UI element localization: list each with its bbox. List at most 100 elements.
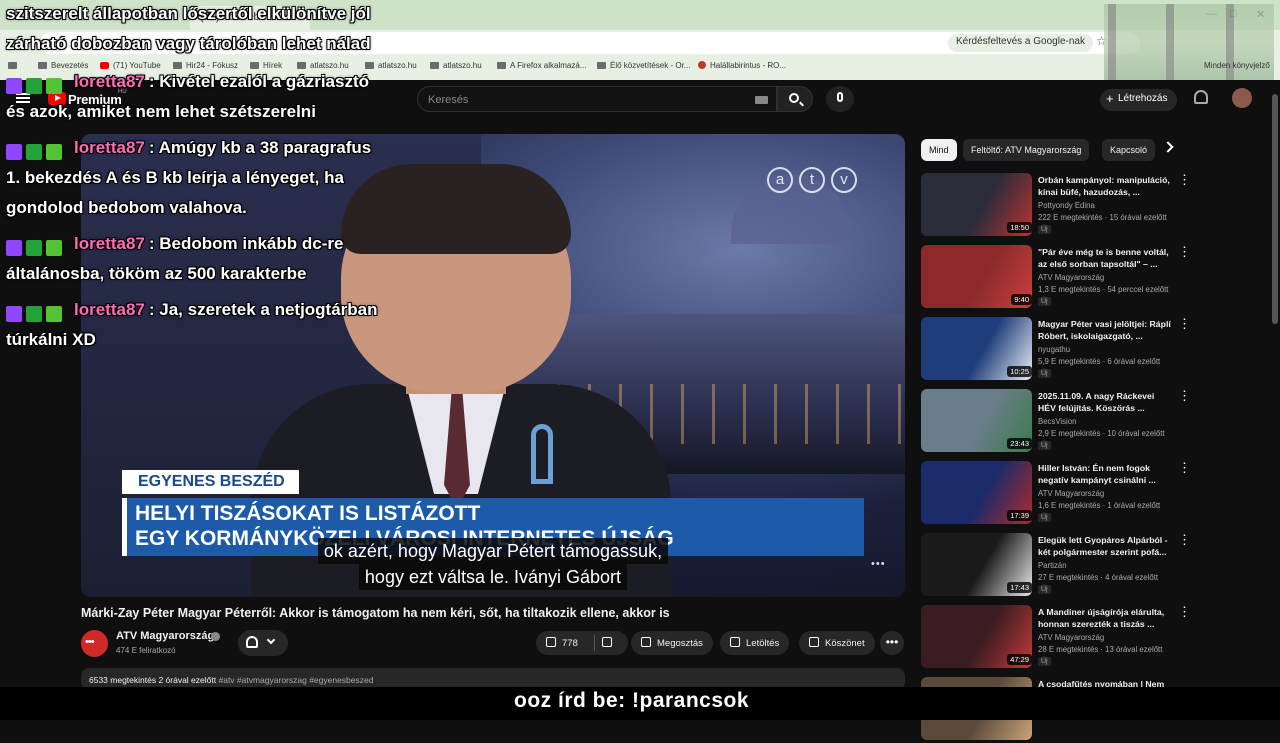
scrollbar[interactable]	[1272, 84, 1278, 684]
subscription-bell-button[interactable]	[238, 630, 288, 656]
recommendation-title[interactable]: 2025.11.09. A nagy Ráckevei HÉV felújítá…	[1038, 390, 1174, 414]
search-input[interactable]	[428, 92, 728, 108]
microphone-icon	[837, 92, 843, 102]
recommendation-channel[interactable]: ATV Magyarország	[1038, 633, 1104, 642]
closed-captions: ok azért, hogy Magyar Pétert támogassuk,…	[301, 538, 685, 590]
bookmark-item[interactable]: atlatszo.hu	[430, 61, 482, 70]
kebab-menu-icon[interactable]	[1178, 388, 1191, 404]
voice-search-button[interactable]	[826, 86, 854, 112]
subscriber-count: 474 E feliratkozó	[116, 646, 176, 655]
chip-uploader[interactable]: Feltöltő: ATV Magyarország	[963, 139, 1090, 161]
recommendation-item[interactable]: 18:50 Orbán kampányol: manipuláció, kínai…	[921, 172, 1271, 239]
recommendation-title[interactable]: Elegük lett Gyopáros Alpárból - két polg…	[1038, 534, 1174, 558]
hair	[341, 164, 571, 254]
create-button[interactable]: Létrehozás	[1100, 89, 1178, 111]
bookmark-item[interactable]: (71) YouTube	[100, 61, 161, 70]
recommendation-item[interactable]: 9:40 "Pár éve még te is benne voltál, az …	[921, 244, 1271, 311]
search-button[interactable]	[777, 86, 813, 112]
like-button[interactable]: 778	[536, 631, 628, 655]
channel-watermark[interactable]: •••	[871, 558, 886, 570]
all-bookmarks[interactable]: Minden könyvjelző	[1204, 61, 1270, 70]
channel-name[interactable]: ATV Magyarország	[116, 630, 214, 642]
bookmark-item[interactable]: atlatszo.hu	[365, 61, 417, 70]
recommendation-meta: 2,9 E megtekintés · 10 órával ezelőtt	[1038, 429, 1165, 438]
kebab-menu-icon[interactable]	[1178, 244, 1191, 260]
thanks-button[interactable]: Köszönet	[799, 631, 875, 655]
chip-related[interactable]: Kapcsoló	[1102, 139, 1156, 161]
chat-username[interactable]: loretta87	[74, 234, 145, 253]
avatar[interactable]	[1232, 88, 1252, 108]
keyboard-icon[interactable]	[755, 96, 768, 104]
new-badge: Új	[1038, 585, 1051, 594]
duration-badge: 18:50	[1007, 222, 1032, 233]
bookmark-item[interactable]: Élő közvetítések - Or...	[597, 61, 690, 70]
kebab-menu-icon[interactable]	[1178, 172, 1191, 188]
recommendation-meta: 1,3 E megtekintés · 54 perccel ezelőtt	[1038, 285, 1169, 294]
recommendation-channel[interactable]: BecsVision	[1038, 417, 1076, 426]
caption-line: ok azért, hogy Magyar Pétert támogassuk,	[317, 538, 669, 564]
chat-username[interactable]: loretta87	[74, 72, 145, 91]
kebab-menu-icon[interactable]	[1178, 604, 1191, 620]
recommendation-item[interactable]: 10:25 Magyar Péter vasi jelöltjei: Ráplí …	[921, 316, 1271, 383]
recommendation-channel[interactable]: ATV Magyarország	[1038, 273, 1104, 282]
ribbon-icon	[531, 424, 553, 484]
bookmark-item[interactable]: Halállabirintus - RO...	[698, 61, 786, 70]
recommendation-item[interactable]: 17:43 Elegük lett Gyopáros Alpárból - két…	[921, 532, 1271, 599]
recommendation-channel[interactable]: Partizán	[1038, 561, 1067, 570]
check-badge-icon	[26, 144, 42, 160]
new-badge: Új	[1038, 225, 1051, 234]
duration-badge: 17:43	[1007, 582, 1032, 593]
recommendation-channel[interactable]: nyugathu	[1038, 345, 1070, 354]
caption-line: hogy ezt váltsa le. Iványi Gábort	[358, 564, 628, 590]
chip-all[interactable]: Mind	[921, 139, 957, 161]
more-actions-button[interactable]: •••	[880, 631, 904, 655]
emote-badge-icon	[46, 306, 62, 322]
duration-badge: 23:43	[1007, 438, 1032, 449]
google-ask-chip[interactable]: Kérdésfeltevés a Google-nak	[948, 34, 1093, 52]
recommendation-item[interactable]: 17:39 Hiller István: Én nem fogok negatív…	[921, 460, 1271, 527]
apps-icon[interactable]	[8, 61, 21, 70]
recommendation-channel[interactable]: ATV Magyarország	[1038, 489, 1104, 498]
scrollbar-thumb[interactable]	[1272, 94, 1278, 324]
chat-username[interactable]: loretta87	[74, 138, 145, 157]
chat-badges	[6, 78, 66, 94]
bookmark-item[interactable]: Bevezetés	[38, 61, 88, 70]
duration-badge: 17:39	[1007, 510, 1032, 521]
chat-line: 1. bekezdés A és B kb leírja a lényeget,…	[6, 168, 344, 188]
bookmark-item[interactable]: atlatszo.hu	[297, 61, 349, 70]
chat-message-text: : Amúgy kb a 38 paragrafus	[148, 138, 372, 157]
chat-badges	[6, 240, 66, 256]
kebab-menu-icon[interactable]	[1178, 316, 1191, 332]
channel-avatar[interactable]	[81, 630, 108, 657]
share-button[interactable]: Megosztás	[631, 631, 713, 655]
chat-message-text: gondolod bedobom valahova.	[6, 198, 247, 217]
bookmark-item[interactable]: Hir24 - Fókusz	[173, 61, 238, 70]
chat-message-text: : Kivétel ezalól a gázriasztó	[148, 72, 370, 91]
recommendation-title[interactable]: Magyar Péter vasi jelöltjei: Ráplí Róber…	[1038, 318, 1174, 342]
new-badge: Új	[1038, 369, 1051, 378]
kebab-menu-icon[interactable]	[1178, 532, 1191, 548]
filter-chips: Mind Feltöltő: ATV Magyarország Kapcsoló	[921, 139, 1181, 161]
thanks-label: Köszönet	[825, 638, 865, 649]
logo-letter: t	[799, 167, 825, 193]
search-box[interactable]	[417, 86, 777, 112]
notifications-bell-icon[interactable]	[1194, 90, 1208, 104]
chat-line: és azok, amiket nem lehet szétszerelni	[6, 102, 316, 122]
recommendation-title[interactable]: Hiller István: Én nem fogok negatív kamp…	[1038, 462, 1174, 486]
kebab-menu-icon[interactable]	[1178, 460, 1191, 476]
recommendation-item[interactable]: 23:43 2025.11.09. A nagy Ráckevei HÉV fel…	[921, 388, 1271, 455]
recommendation-title[interactable]: "Pár éve még te is benne voltál, az első…	[1038, 246, 1174, 270]
recommendation-title[interactable]: A Mandiner újságírója elárulta, honnan s…	[1038, 606, 1174, 630]
hashtags[interactable]: #atv #atvmagyarorszag #egyenesbeszed	[218, 675, 373, 685]
emote-badge-icon	[46, 240, 62, 256]
bookmark-item[interactable]: A Firefox alkalmazá...	[497, 61, 586, 70]
download-button[interactable]: Letöltés	[720, 631, 790, 655]
recommendation-item[interactable]: 47:29 A Mandiner újságírója elárulta, hon…	[921, 604, 1271, 671]
bookmark-item[interactable]: Hírek	[250, 61, 282, 70]
chat-username[interactable]: loretta87	[74, 300, 145, 319]
verified-icon	[211, 632, 220, 641]
recommendation-channel[interactable]: Pottyondy Edina	[1038, 201, 1095, 210]
thumbs-down-icon[interactable]	[602, 637, 612, 647]
recommendation-title[interactable]: Orbán kampányol: manipuláció, kínai büfé…	[1038, 174, 1174, 198]
chevron-down-icon	[266, 635, 276, 645]
